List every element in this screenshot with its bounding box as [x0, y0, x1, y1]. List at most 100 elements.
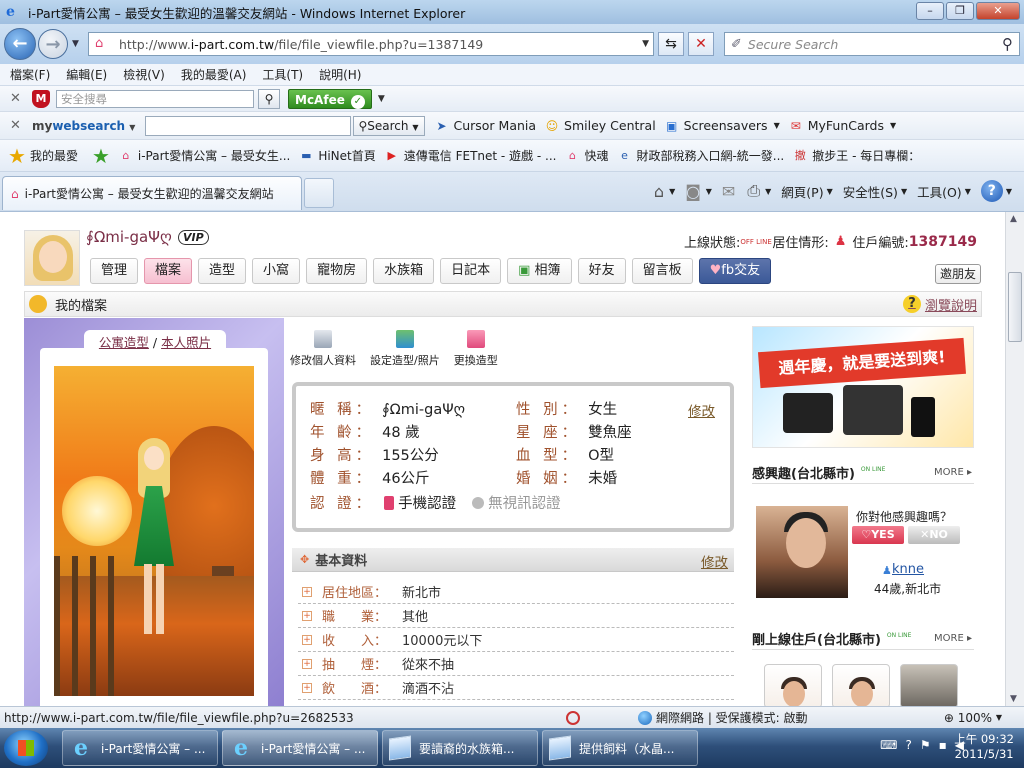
safety-menu[interactable]: 安全性(S) ▼: [843, 182, 907, 201]
tab-album[interactable]: ▣ 相簿: [507, 258, 572, 284]
mail-button[interactable]: ✉: [722, 182, 737, 201]
edit-info-link[interactable]: 修改: [688, 400, 715, 420]
menu-tools[interactable]: 工具(T): [262, 66, 303, 83]
search-box[interactable]: ✐ Secure Search ⚲: [724, 32, 1020, 56]
invite-friends-button[interactable]: 邀朋友: [934, 264, 981, 284]
screensavers-link[interactable]: ▣ Screensavers ▼: [664, 118, 780, 133]
tab-style[interactable]: 造型: [198, 258, 247, 284]
close-toolbar-icon[interactable]: ✕: [10, 118, 24, 133]
favorite-item[interactable]: 撤撤步王 - 每日專欄：: [792, 147, 920, 164]
add-favorite-icon[interactable]: ★: [92, 144, 110, 168]
avatar[interactable]: [24, 230, 80, 286]
no-button[interactable]: ✕NO: [908, 526, 960, 544]
tab-friends[interactable]: 好友: [577, 258, 626, 284]
user-thumbnail[interactable]: [900, 664, 958, 706]
menu-file[interactable]: 檔案(F): [10, 66, 50, 83]
feeds-button[interactable]: ◙ ▼: [685, 182, 712, 201]
address-url[interactable]: http://www.i-part.com.tw/file/file_viewf…: [119, 37, 483, 52]
mywebsearch-search-button[interactable]: ⚲Search ▼: [353, 115, 426, 136]
clock[interactable]: 上午 09:32 2011/5/31: [954, 732, 1014, 762]
more-link[interactable]: MORE ▸: [934, 467, 972, 478]
menu-edit[interactable]: 編輯(E): [66, 66, 107, 83]
blocked-icon[interactable]: [566, 710, 580, 725]
start-button[interactable]: [4, 730, 48, 766]
close-toolbar-icon[interactable]: ✕: [10, 91, 24, 106]
anniversary-ad-banner[interactable]: 週年慶，就是要送到爽!: [752, 326, 974, 448]
edit-basic-link[interactable]: 修改: [701, 551, 728, 571]
tab-manage[interactable]: 管理: [90, 258, 139, 284]
help-button[interactable]: ? ▼: [980, 180, 1012, 202]
yes-button[interactable]: ♡YES: [852, 526, 904, 544]
menu-view[interactable]: 檢視(V): [123, 66, 165, 83]
favorite-item[interactable]: ⌂ 快魂: [564, 147, 609, 164]
menu-favorites[interactable]: 我的最愛(A): [181, 66, 247, 83]
star-icon[interactable]: ★: [8, 144, 26, 168]
myfuncards-link[interactable]: ✉ MyFunCards ▼: [788, 118, 896, 133]
basic-info-header: ✥ 基本資料 修改: [292, 548, 734, 572]
tab-fb-friends[interactable]: ♥fb交友: [698, 258, 772, 284]
home-button[interactable]: ⌂ ▼: [654, 182, 675, 201]
zoom-control[interactable]: ⊕ 100% ▼: [944, 711, 1002, 725]
user-thumbnail[interactable]: [832, 664, 890, 706]
taskbar-item[interactable]: 要讀裔的水族箱...: [382, 730, 538, 766]
new-tab-button[interactable]: [304, 178, 334, 208]
real-photo-link[interactable]: 本人照片: [161, 335, 211, 350]
favorite-item[interactable]: ⌂ i-Part愛情公寓 – 最受女生...: [118, 147, 290, 164]
mywebsearch-input[interactable]: [145, 115, 352, 136]
address-bar[interactable]: ⌂ http://www.i-part.com.tw/file/file_vie…: [88, 32, 654, 56]
search-icon[interactable]: ⚲: [1002, 35, 1013, 53]
recommended-user-link[interactable]: knne: [892, 562, 924, 577]
taskbar-item[interactable]: 提供飼料（水晶...: [542, 730, 698, 766]
mcafee-button[interactable]: McAfee ✓: [288, 88, 372, 109]
favorites-button[interactable]: 我的最愛: [30, 147, 78, 164]
change-style-button[interactable]: 更換造型: [454, 330, 498, 368]
favorite-item[interactable]: e 財政部稅務入口網-統一發...: [616, 147, 784, 164]
menu-help[interactable]: 說明(H): [319, 66, 361, 83]
recommended-user-photo[interactable]: [756, 506, 848, 598]
tab-aquarium[interactable]: 水族箱: [373, 258, 435, 284]
user-thumbnail[interactable]: [764, 664, 822, 706]
more-link[interactable]: MORE ▸: [934, 633, 972, 644]
keyboard-icon[interactable]: ⌨: [880, 738, 897, 752]
refresh-icon[interactable]: ⇆: [658, 32, 684, 56]
forward-button[interactable]: →: [38, 29, 68, 59]
flag-icon[interactable]: ⚑: [920, 738, 931, 752]
network-icon[interactable]: ▪: [939, 738, 947, 752]
apartment-style-link[interactable]: 公寓造型: [99, 335, 149, 350]
scrollbar-thumb[interactable]: [1008, 272, 1022, 342]
minimize-button[interactable]: –: [916, 2, 944, 20]
tab-nest[interactable]: 小窩: [252, 258, 301, 284]
search-placeholder[interactable]: Secure Search: [748, 37, 838, 52]
mywebsearch-logo[interactable]: mywebsearch ▼: [32, 119, 135, 133]
tab-active[interactable]: ⌂ i-Part愛情公寓 – 最受女生歡迎的溫馨交友網站: [2, 176, 302, 210]
browse-help-link[interactable]: ? 瀏覽說明: [902, 295, 977, 314]
search-icon[interactable]: ⚲: [258, 88, 280, 109]
cursor-icon: ➤: [436, 118, 447, 133]
history-dropdown-icon[interactable]: ▼: [72, 39, 79, 49]
safe-search-input[interactable]: 安全搜尋: [56, 89, 254, 108]
taskbar-item[interactable]: e i-Part愛情公寓 – ...: [222, 730, 378, 766]
print-button[interactable]: ⎙ ▼: [747, 181, 771, 201]
tab-diary[interactable]: 日記本: [440, 258, 502, 284]
favorite-item[interactable]: ▬ HiNet首頁: [298, 147, 376, 164]
vertical-scrollbar[interactable]: ▲ ▼: [1005, 212, 1024, 706]
tab-pet-room[interactable]: 寵物房: [306, 258, 368, 284]
chevron-down-icon[interactable]: ▼: [378, 94, 385, 104]
tab-file[interactable]: 檔案: [144, 258, 193, 284]
address-dropdown-icon[interactable]: ▼: [642, 39, 649, 49]
maximize-button[interactable]: ❐: [946, 2, 974, 20]
set-style-photo-button[interactable]: 設定造型/照片: [370, 330, 440, 368]
close-button[interactable]: ✕: [976, 2, 1020, 20]
tab-guestbook[interactable]: 留言板: [631, 258, 693, 284]
cursor-mania-link[interactable]: ➤ Cursor Mania: [433, 118, 536, 133]
smiley-central-link[interactable]: ☺ Smiley Central: [544, 118, 656, 133]
edit-profile-button[interactable]: 修改個人資料: [290, 330, 356, 368]
security-zone[interactable]: 網際網路 | 受保護模式: 啟動: [638, 709, 808, 726]
page-menu[interactable]: 網頁(P) ▼: [781, 182, 832, 201]
tools-menu[interactable]: 工具(O) ▼: [917, 182, 971, 201]
back-button[interactable]: ←: [4, 28, 36, 60]
favorite-item[interactable]: ▶ 遠傳電信 FETnet - 遊戲 - ...: [384, 147, 557, 164]
help-icon[interactable]: ?: [905, 738, 911, 752]
taskbar-item[interactable]: e i-Part愛情公寓 – ...: [62, 730, 218, 766]
stop-icon[interactable]: ✕: [688, 32, 714, 56]
